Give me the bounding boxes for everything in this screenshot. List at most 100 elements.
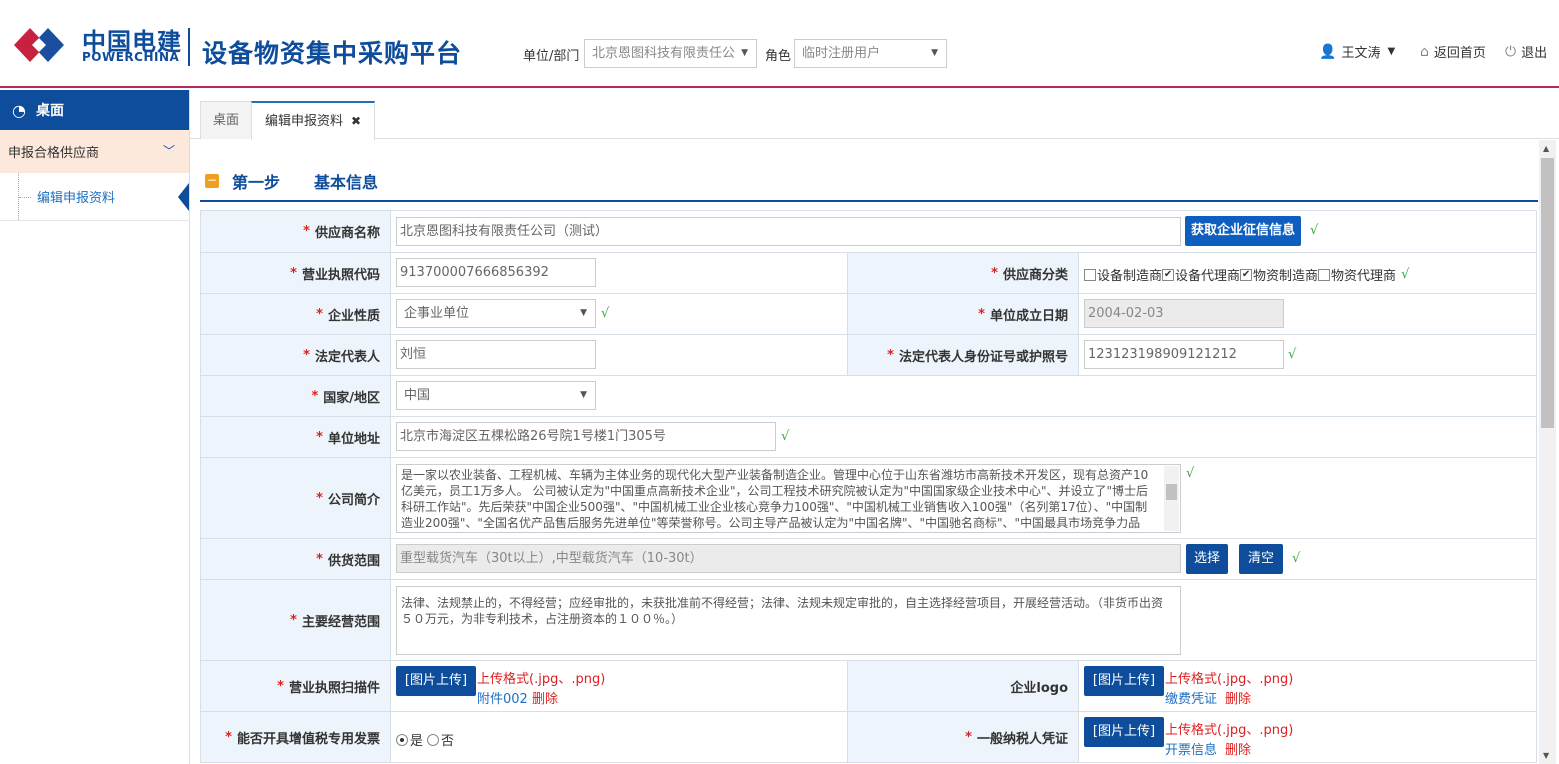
scroll-thumb[interactable] [1541, 158, 1554, 428]
tab-label: 编辑申报资料 [264, 114, 343, 129]
country-select[interactable]: 中国 ▼ [396, 381, 596, 410]
form-row-license-type: * 营业执照代码 913700007666856392 * 供应商分类 设备制造商 … [200, 253, 1537, 294]
taxpayer-upload-button[interactable]: [图片上传] [1084, 717, 1164, 747]
upload-format-hint: 上传格式(.jpg、.png) [477, 672, 606, 687]
clear-button[interactable]: 清空 [1239, 544, 1283, 574]
unit-select-value: 北京恩图科技有限责任公 [592, 46, 736, 61]
license-code-input[interactable]: 913700007666856392 [396, 258, 596, 287]
powerchina-logo-icon [14, 28, 64, 62]
form-row-intro: * 公司简介 是一家以农业装备、工程机械、车辆为主体业务的现代化大型产业装备制造企… [200, 458, 1537, 539]
field-label: * 公司简介 [201, 458, 391, 538]
textarea-scrollbar[interactable] [1164, 466, 1179, 531]
supply-scope-input[interactable]: 重型载货汽车（30t以上）,中型载货汽车（10-30t） [396, 544, 1181, 573]
field-label: * 主要经营范围 [201, 580, 391, 660]
scroll-thumb[interactable] [1166, 484, 1177, 500]
scroll-down-icon[interactable]: ▼ [1543, 751, 1549, 760]
upload-format-hint: 上传格式(.jpg、.png) [1165, 723, 1294, 738]
intro-textarea[interactable]: 是一家以农业装备、工程机械、车辆为主体业务的现代化大型产业装备制造企业。管理中心… [396, 464, 1181, 533]
field-label: * 一般纳税人凭证 [847, 712, 1079, 762]
form-row-nature-date: * 企业性质 企事业单位 ▼ √ * 单位成立日期 2004-02-03 [200, 294, 1537, 335]
form-row-supplier-name: * 供应商名称 北京恩图科技有限责任公司（测试） 获取企业征信信息 √ [200, 211, 1537, 253]
checkbox-material-agent[interactable] [1318, 268, 1331, 281]
attachment-link[interactable]: 开票信息 [1165, 739, 1217, 758]
delete-link[interactable]: 删除 [532, 688, 558, 707]
dashboard-icon: ◔ [12, 100, 26, 120]
caret-down-icon: ▼ [580, 390, 587, 400]
found-date-input[interactable]: 2004-02-03 [1084, 299, 1284, 328]
select-button[interactable]: 选择 [1186, 544, 1228, 574]
sidebar: ◔ 桌面 申报合格供应商 ﹀ 编辑申报资料 [0, 90, 190, 764]
home-label: 返回首页 [1433, 46, 1486, 61]
checkbox-equip-maker[interactable] [1084, 268, 1096, 281]
collapse-icon[interactable]: − [205, 174, 219, 188]
legal-id-input[interactable]: 123123198909121212 [1084, 340, 1284, 369]
logo-upload-button[interactable]: [图片上传] [1084, 666, 1164, 696]
unit-label: 单位/部门 [523, 49, 580, 64]
user-name: 王文涛 [1341, 46, 1381, 61]
logout-link[interactable]: ⏻ 退出 [1505, 42, 1547, 62]
form-row-business-scope: * 主要经营范围 法律、法规禁止的，不得经营；应经审批的，未获批准前不得经营；法律… [200, 580, 1537, 661]
form-row-legal: * 法定代表人 刘恒 * 法定代表人身份证号或护照号 123123198909121… [200, 335, 1537, 376]
home-link[interactable]: ⌂ 返回首页 [1420, 42, 1486, 62]
caret-down-icon: ▼ [580, 308, 587, 318]
user-icon: 👤 [1319, 43, 1337, 60]
field-label: * 能否开具增值税专用发票 [201, 712, 391, 762]
delete-link[interactable]: 删除 [1225, 739, 1251, 758]
field-label: * 营业执照扫描件 [201, 661, 391, 711]
active-indicator [178, 183, 189, 211]
main-content: − 第一步 基本信息 * 供应商名称 北京恩图科技有限责任公司（测试） 获取企业征… [190, 140, 1559, 764]
scroll-up-icon[interactable]: ▲ [1543, 144, 1549, 153]
valid-check-icon: √ [1292, 551, 1301, 566]
logo-text-en: POWERCHINA [82, 50, 180, 64]
power-icon: ⏻ [1505, 43, 1517, 60]
vat-radio-group: 是 否 [396, 730, 454, 749]
form-row-address: * 单位地址 北京市海淀区五棵松路26号院1号楼1门305号 √ [200, 417, 1537, 458]
attachment-link[interactable]: 附件002 [477, 688, 528, 707]
tab-edit-profile[interactable]: 编辑申报资料 ✖ [251, 101, 375, 140]
basic-info-form: * 供应商名称 北京恩图科技有限责任公司（测试） 获取企业征信信息 √ * 营业执照… [200, 210, 1537, 763]
field-label: * 单位地址 [201, 417, 391, 457]
form-row-country: * 国家/地区 中国 ▼ [200, 376, 1537, 417]
valid-check-icon: √ [1186, 466, 1195, 481]
delete-link[interactable]: 删除 [1225, 688, 1251, 707]
step-subtitle: 基本信息 [314, 173, 379, 192]
tree-branch [19, 197, 31, 198]
valid-check-icon: √ [781, 429, 790, 444]
field-label: * 法定代表人 [201, 335, 391, 375]
caret-down-icon: ▼ [741, 48, 748, 58]
tab-desktop[interactable]: 桌面 [200, 101, 252, 139]
attachment-link[interactable]: 缴费凭证 [1165, 688, 1217, 707]
field-label: * 国家/地区 [201, 376, 391, 416]
supplier-name-input[interactable]: 北京恩图科技有限责任公司（测试） [396, 217, 1181, 246]
valid-check-icon: √ [1401, 267, 1410, 282]
sidebar-item-desktop[interactable]: ◔ 桌面 [0, 90, 189, 130]
legal-rep-input[interactable]: 刘恒 [396, 340, 596, 369]
role-select[interactable]: 临时注册用户 ▼ [794, 39, 947, 68]
radio-yes[interactable] [396, 733, 408, 746]
user-menu[interactable]: 👤 王文涛 ▼ [1319, 42, 1396, 62]
unit-select[interactable]: 北京恩图科技有限责任公 ▼ [584, 39, 757, 68]
checkbox-material-maker[interactable]: ✔ [1240, 268, 1253, 281]
page-scrollbar[interactable]: ▲ ▼ [1539, 140, 1556, 764]
nature-select[interactable]: 企事业单位 ▼ [396, 299, 596, 328]
valid-check-icon: √ [1288, 347, 1297, 362]
get-credit-info-button[interactable]: 获取企业征信信息 [1185, 216, 1301, 246]
home-icon: ⌂ [1420, 43, 1429, 60]
role-select-value: 临时注册用户 [802, 46, 881, 61]
license-upload-button[interactable]: [图片上传] [396, 666, 476, 696]
form-row-supply-scope: * 供货范围 重型载货汽车（30t以上）,中型载货汽车（10-30t） 选择 清空… [200, 539, 1537, 580]
business-scope-textarea[interactable]: 法律、法规禁止的，不得经营；应经审批的，未获批准前不得经营；法律、法规未规定审批… [396, 586, 1181, 655]
checkbox-equip-agent[interactable]: ✔ [1162, 268, 1175, 281]
tab-label: 桌面 [212, 113, 239, 128]
address-input[interactable]: 北京市海淀区五棵松路26号院1号楼1门305号 [396, 422, 776, 451]
sidebar-item-edit-profile[interactable]: 编辑申报资料 [0, 173, 189, 221]
radio-no[interactable] [427, 733, 440, 746]
caret-down-icon: ▼ [931, 48, 938, 58]
close-icon[interactable]: ✖ [351, 114, 361, 128]
sidebar-group-supplier[interactable]: 申报合格供应商 ﹀ [0, 130, 189, 173]
sidebar-item-label: 编辑申报资料 [37, 191, 116, 206]
caret-down-icon: ▼ [1387, 46, 1396, 57]
tab-bar: 桌面 编辑申报资料 ✖ [190, 90, 1559, 140]
supplier-type-options: 设备制造商 ✔ 设备代理商 ✔ 物资制造商 物资代理商 √ [1084, 265, 1409, 284]
step-title: 第一步 [232, 173, 281, 192]
